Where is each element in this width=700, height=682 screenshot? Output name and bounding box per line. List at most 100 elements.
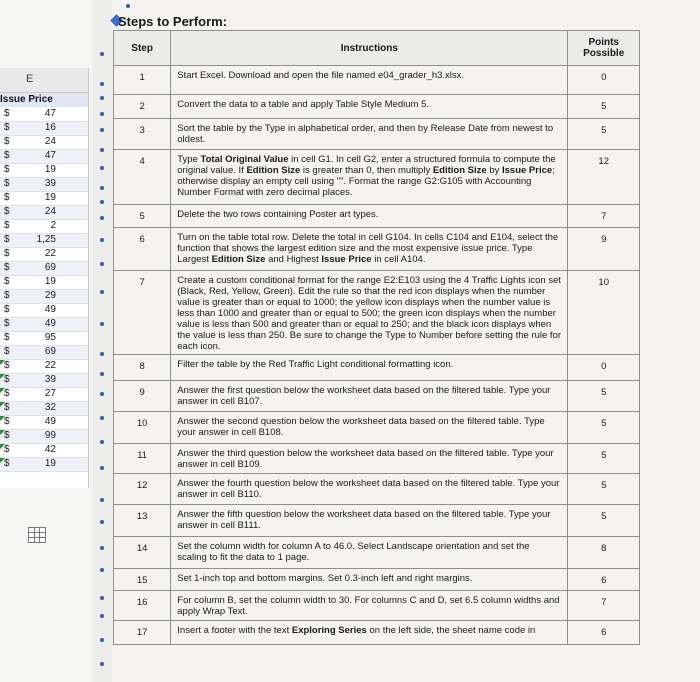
currency-symbol: $ <box>4 276 10 287</box>
points-value: 5 <box>567 380 640 412</box>
instructions-header: Instructions <box>170 30 569 66</box>
points-value: 6 <box>567 568 640 591</box>
cell-value: 47 <box>44 108 56 119</box>
bullet-icon <box>100 372 104 376</box>
points-value: 0 <box>567 65 640 95</box>
table-row: 13 Answer the fifth question below the wo… <box>112 504 640 537</box>
excel-cell[interactable]: $24 <box>0 136 88 150</box>
currency-symbol: $ <box>4 332 10 343</box>
cell-value: 19 <box>44 458 56 469</box>
excel-cell[interactable]: $99 <box>0 430 88 444</box>
bullet-icon <box>100 128 104 132</box>
excel-cell[interactable]: $69 <box>0 262 88 276</box>
step-instruction: Answer the fourth question below the wor… <box>170 473 569 505</box>
table-grid-icon[interactable] <box>28 527 46 543</box>
excel-cell[interactable]: $16 <box>0 122 88 136</box>
excel-cell[interactable]: $22 <box>0 360 88 374</box>
bullet-icon <box>100 52 104 56</box>
excel-cell[interactable]: $49 <box>0 304 88 318</box>
excel-cell[interactable]: $39 <box>0 374 88 388</box>
step-number: 3 <box>112 118 172 150</box>
cell-value: 19 <box>44 164 56 175</box>
points-value: 9 <box>567 227 640 271</box>
excel-cell[interactable]: $47 <box>0 150 88 164</box>
excel-cell[interactable]: $24 <box>0 206 88 220</box>
excel-cell[interactable]: $19 <box>0 276 88 290</box>
table-row: 12 Answer the fourth question below the w… <box>112 473 640 505</box>
excel-cell[interactable]: $19 <box>0 192 88 206</box>
bullet-icon <box>100 546 104 550</box>
excel-cell[interactable]: $95 <box>0 332 88 346</box>
currency-symbol: $ <box>4 290 10 301</box>
bullet-icon <box>100 596 104 600</box>
step-number: 14 <box>112 536 172 569</box>
cell-value: 69 <box>44 346 56 357</box>
excel-cell[interactable]: $1,25 <box>0 234 88 248</box>
cell-value: 49 <box>44 416 56 427</box>
steps-table: Step Instructions Points Possible 1 Start… <box>112 30 640 645</box>
step-instruction: Insert a footer with the text Exploring … <box>170 620 569 645</box>
bullet-icon <box>100 568 104 572</box>
bullet-icon <box>100 638 104 642</box>
excel-cell[interactable]: $29 <box>0 290 88 304</box>
excel-cell[interactable]: $49 <box>0 318 88 332</box>
points-value: 5 <box>567 118 640 150</box>
bullet-gutter <box>92 0 112 682</box>
excel-cell[interactable]: $27 <box>0 388 88 402</box>
excel-cell[interactable]: $32 <box>0 402 88 416</box>
currency-symbol: $ <box>4 374 10 385</box>
excel-sheet-fragment: E Issue Price $47 $16 $24 $47 $19 $39 $19 $24 $2… <box>0 68 89 488</box>
currency-symbol: $ <box>4 430 10 441</box>
table-row: 8 Filter the table by the Red Traffic Lig… <box>112 354 640 381</box>
currency-symbol: $ <box>4 248 10 259</box>
currency-symbol: $ <box>4 346 10 357</box>
cell-value: 22 <box>44 360 56 371</box>
bullet-icon <box>100 186 104 190</box>
points-value: 5 <box>567 94 640 119</box>
issue-price-header[interactable]: Issue Price <box>0 93 88 107</box>
bullet-icon <box>100 200 104 204</box>
currency-symbol: $ <box>4 318 10 329</box>
cell-value: 1,25 <box>36 234 56 245</box>
bullet-icon <box>126 4 130 8</box>
step-number: 12 <box>112 473 172 505</box>
table-row: 14 Set the column width for column A to 4… <box>112 536 640 569</box>
currency-symbol: $ <box>4 360 10 371</box>
cell-value: 69 <box>44 262 56 273</box>
excel-cell[interactable]: $19 <box>0 164 88 178</box>
excel-cell[interactable]: $47 <box>0 108 88 122</box>
excel-cell[interactable]: $39 <box>0 178 88 192</box>
column-header-e[interactable]: E <box>0 68 88 93</box>
excel-cell[interactable]: $42 <box>0 444 88 458</box>
currency-symbol: $ <box>4 206 10 217</box>
step-instruction: Convert the data to a table and apply Ta… <box>170 94 569 119</box>
excel-cell[interactable]: $49 <box>0 416 88 430</box>
bullet-icon <box>100 216 104 220</box>
table-row: 5 Delete the two rows containing Poster a… <box>112 204 640 228</box>
bullet-icon <box>100 322 104 326</box>
step-instruction: Create a custom conditional format for t… <box>170 270 569 355</box>
step-instruction: Delete the two rows containing Poster ar… <box>170 204 569 228</box>
bullet-icon <box>100 466 104 470</box>
table-row: 15 Set 1-inch top and bottom margins. Set… <box>112 568 640 591</box>
excel-cell[interactable]: $22 <box>0 248 88 262</box>
table-row: 2 Convert the data to a table and apply T… <box>112 94 640 119</box>
excel-cell[interactable]: $69 <box>0 346 88 360</box>
excel-cell[interactable]: $19 <box>0 458 88 472</box>
currency-symbol: $ <box>4 178 10 189</box>
step-number: 2 <box>112 94 172 119</box>
points-value: 5 <box>567 473 640 505</box>
excel-cell[interactable]: $2 <box>0 220 88 234</box>
points-value: 0 <box>567 354 640 381</box>
cell-value: 95 <box>44 332 56 343</box>
points-value: 5 <box>567 443 640 474</box>
currency-symbol: $ <box>4 416 10 427</box>
table-row: 17 Insert a footer with the text Explorin… <box>112 620 640 645</box>
step-number: 5 <box>112 204 172 228</box>
points-value: 7 <box>567 204 640 228</box>
column-letter: E <box>26 73 34 85</box>
cell-value: 2 <box>50 220 56 231</box>
step-instruction: Type Total Original Value in cell G1. In… <box>170 149 569 205</box>
cell-value: 19 <box>44 192 56 203</box>
currency-symbol: $ <box>4 304 10 315</box>
